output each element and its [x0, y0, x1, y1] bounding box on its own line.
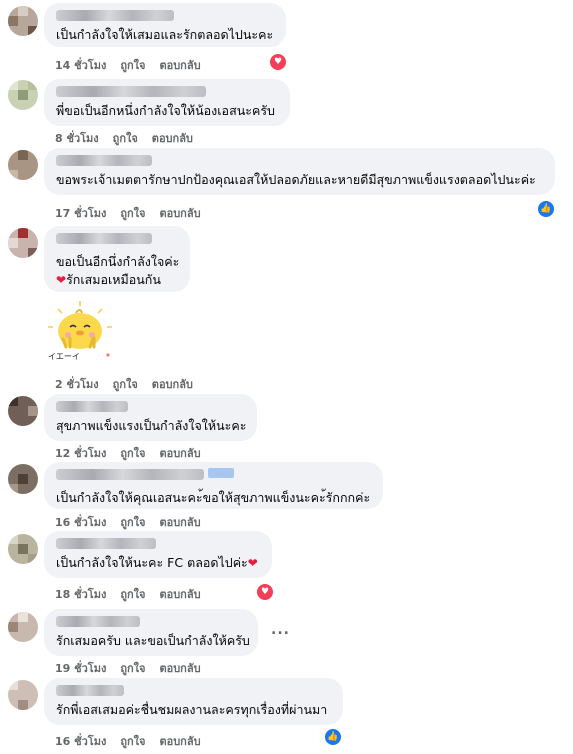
avatar[interactable]: [8, 534, 38, 564]
avatar[interactable]: [8, 150, 38, 180]
comment-text: เป็นกำลังใจให้คุณเอสนะคะ้ขอให้สุขภาพแข็ง…: [56, 490, 371, 505]
comment-actions: 18 ชั่วโมง ถูกใจ ตอบกลับ: [55, 585, 215, 603]
comment-actions: 14 ชั่วโมง ถูกใจ ตอบกลับ: [55, 56, 215, 74]
reply-button[interactable]: ตอบกลับ: [152, 132, 193, 145]
comment-text: ขอเป็นอีกนึ่งกำลังใจค่ะ: [56, 254, 180, 269]
like-button[interactable]: ถูกใจ: [120, 447, 145, 460]
comment-bubble: ขอพระเจ้าเมตตารักษาปกป้องคุณเอสให้ปลอดภั…: [44, 148, 555, 195]
avatar[interactable]: [8, 612, 38, 642]
commenter-name[interactable]: [56, 469, 204, 480]
sticker[interactable]: イエーイ: [44, 299, 116, 363]
comment-actions: 19 ชั่วโมง ถูกใจ ตอบกลับ: [55, 659, 215, 677]
comment-actions: 17 ชั่วโมง ถูกใจ ตอบกลับ: [55, 204, 215, 222]
comment-actions: 16 ชั่วโมง ถูกใจ ตอบกลับ: [55, 732, 215, 750]
love-reaction-icon[interactable]: ♥: [255, 582, 275, 602]
reply-button[interactable]: ตอบกลับ: [159, 662, 200, 675]
reply-button[interactable]: ตอบกลับ: [159, 516, 200, 529]
comment-time[interactable]: 8 ชั่วโมง: [55, 132, 99, 145]
comment-text: รักเสมอครับ และขอเป็นกำลังให้ครับ: [56, 633, 250, 648]
like-button[interactable]: ถูกใจ: [120, 662, 145, 675]
heart-icon: ❤: [56, 273, 67, 287]
avatar[interactable]: [8, 396, 38, 426]
comment-bubble: รักพี่เอสเสมอค่ะชื่นชมผลงานละครทุกเรื่อง…: [44, 678, 343, 725]
love-reaction-icon[interactable]: ♥: [268, 52, 288, 72]
comment-time[interactable]: 18 ชั่วโมง: [55, 588, 106, 601]
commenter-name[interactable]: [56, 616, 140, 627]
sticker-caption: イエーイ: [48, 352, 80, 361]
like-button[interactable]: ถูกใจ: [120, 735, 145, 748]
avatar[interactable]: [8, 80, 38, 110]
comment-time[interactable]: 2 ชั่วโมง: [55, 378, 99, 391]
commenter-name[interactable]: [56, 401, 128, 412]
reply-button[interactable]: ตอบกลับ: [152, 378, 193, 391]
comment-bubble: เป็นกำลังใจให้นะคะ FC ตลอดไปค่ะ❤: [44, 531, 272, 578]
comment-time[interactable]: 14 ชั่วโมง: [55, 59, 106, 72]
avatar[interactable]: [8, 228, 38, 258]
reply-button[interactable]: ตอบกลับ: [159, 207, 200, 220]
comment-text: เป็นกำลังใจให้นะคะ FC ตลอดไปค่ะ: [56, 555, 248, 570]
comment-actions: 8 ชั่วโมง ถูกใจ ตอบกลับ: [55, 129, 207, 147]
comment-time[interactable]: 19 ชั่วโมง: [55, 662, 106, 675]
comment-time[interactable]: 16 ชั่วโมง: [55, 516, 106, 529]
like-reaction-icon[interactable]: 👍: [536, 199, 556, 219]
comment-bubble: พี่ขอเป็นอีกหนึ่งกำลังใจให้น้องเอสนะครับ: [44, 79, 290, 126]
comment-bubble: เป็นกำลังใจให้เสมอและรักตลอดไปนะคะ: [44, 3, 286, 47]
commenter-name[interactable]: [56, 685, 124, 696]
like-button[interactable]: ถูกใจ: [113, 132, 138, 145]
like-button[interactable]: ถูกใจ: [120, 588, 145, 601]
comment-text: รักเสมอเหมือนกัน: [66, 272, 161, 287]
like-button[interactable]: ถูกใจ: [120, 516, 145, 529]
avatar[interactable]: [8, 6, 38, 36]
chick-sticker-icon: イエーイ: [48, 301, 112, 361]
commenter-name[interactable]: [56, 86, 206, 97]
comment-time[interactable]: 16 ชั่วโมง: [55, 735, 106, 748]
comment-text: รักพี่เอสเสมอค่ะชื่นชมผลงานละครทุกเรื่อง…: [56, 702, 328, 717]
reply-button[interactable]: ตอบกลับ: [159, 735, 200, 748]
reply-button[interactable]: ตอบกลับ: [159, 588, 200, 601]
comment-actions: 12 ชั่วโมง ถูกใจ ตอบกลับ: [55, 444, 215, 462]
comment-bubble: รักเสมอครับ และขอเป็นกำลังให้ครับ: [44, 609, 258, 656]
like-button[interactable]: ถูกใจ: [120, 207, 145, 220]
comment-time[interactable]: 17 ชั่วโมง: [55, 207, 106, 220]
like-button[interactable]: ถูกใจ: [120, 59, 145, 72]
comment-actions: 16 ชั่วโมง ถูกใจ ตอบกลับ: [55, 513, 215, 531]
commenter-name[interactable]: [56, 233, 152, 244]
avatar[interactable]: [8, 680, 38, 710]
commenter-name[interactable]: [56, 10, 174, 21]
comment-text: สุขภาพแข็งแรงเป็นกำลังใจให้นะคะ: [56, 418, 247, 433]
like-button[interactable]: ถูกใจ: [113, 378, 138, 391]
comment-text: เป็นกำลังใจให้เสมอและรักตลอดไปนะคะ: [56, 27, 274, 42]
comment-text: พี่ขอเป็นอีกหนึ่งกำลังใจให้น้องเอสนะครับ: [56, 103, 275, 118]
commenter-name[interactable]: [56, 155, 152, 166]
name-badge: [208, 468, 234, 478]
comment-actions: 2 ชั่วโมง ถูกใจ ตอบกลับ: [55, 375, 207, 393]
like-reaction-icon[interactable]: 👍: [323, 727, 343, 747]
comment-text: ขอพระเจ้าเมตตารักษาปกป้องคุณเอสให้ปลอดภั…: [56, 172, 536, 187]
comment-bubble: สุขภาพแข็งแรงเป็นกำลังใจให้นะคะ: [44, 394, 257, 441]
reply-button[interactable]: ตอบกลับ: [159, 59, 200, 72]
more-options-icon[interactable]: ...: [271, 622, 290, 638]
heart-icon: ❤: [247, 556, 258, 570]
avatar[interactable]: [8, 464, 38, 494]
comment-bubble: ขอเป็นอีกนึ่งกำลังใจค่ะ ❤รักเสมอเหมือนกั…: [44, 226, 190, 292]
comment-time[interactable]: 12 ชั่วโมง: [55, 447, 106, 460]
comment-bubble: เป็นกำลังใจให้คุณเอสนะคะ้ขอให้สุขภาพแข็ง…: [44, 462, 383, 509]
commenter-name[interactable]: [56, 538, 156, 549]
reply-button[interactable]: ตอบกลับ: [159, 447, 200, 460]
